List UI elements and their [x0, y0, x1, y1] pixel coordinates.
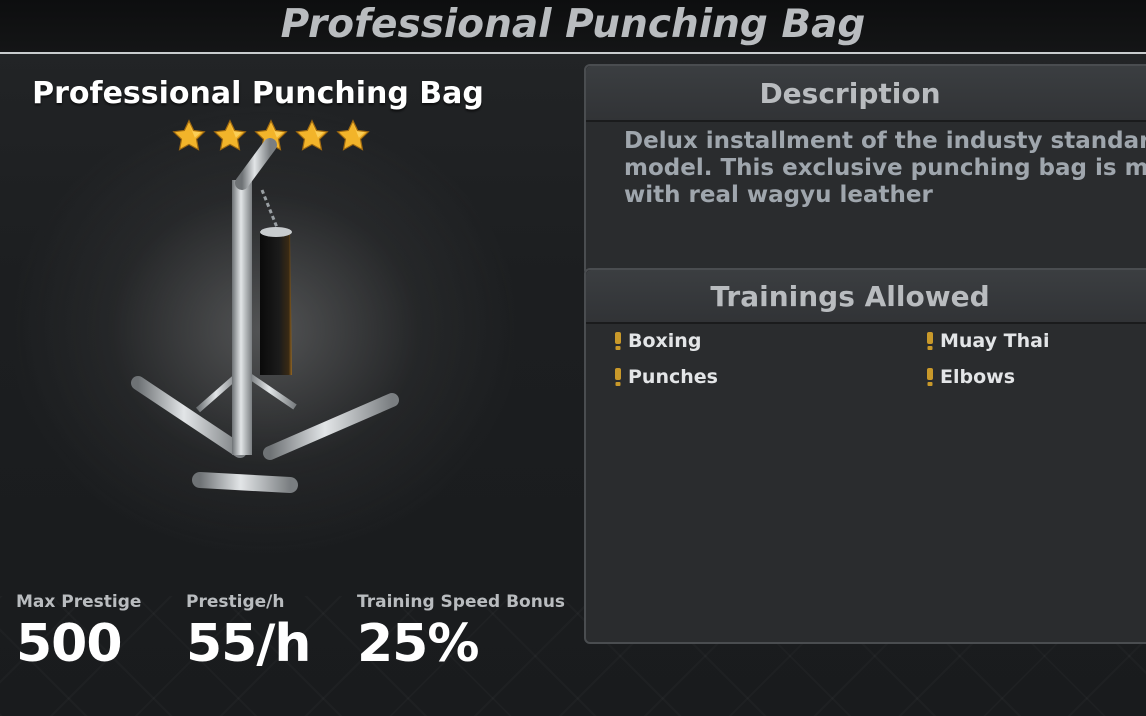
training-item: Elbows — [926, 366, 1015, 388]
gold-bullet-icon — [615, 332, 621, 350]
training-label: Muay Thai — [940, 330, 1050, 352]
description-line: with real wagyu leather — [624, 182, 933, 208]
gold-bullet-icon — [927, 368, 933, 386]
stat-label: Prestige/h — [186, 592, 285, 612]
stat-max-prestige: Max Prestige 500 — [16, 592, 141, 674]
description-line: model. This exclusive punching bag is ma… — [624, 155, 1146, 181]
stat-value: 500 — [16, 614, 123, 674]
stat-label: Training Speed Bonus — [357, 592, 566, 612]
training-item: Muay Thai — [926, 330, 1050, 352]
training-label: Elbows — [940, 366, 1016, 388]
training-label: Boxing — [628, 330, 702, 352]
gold-bullet-icon — [615, 368, 621, 386]
training-item: Boxing — [614, 330, 701, 352]
training-item: Punches — [614, 366, 718, 388]
description-line: Delux installment of the industy standar… — [624, 128, 1146, 154]
title-bar: Professional Punching Bag — [0, 0, 1146, 54]
page-title: Professional Punching Bag — [280, 2, 866, 47]
stat-value: 55/h — [186, 614, 311, 674]
trainings-heading: Trainings Allowed — [586, 270, 1146, 324]
description-text: Delux installment of the industy standar… — [624, 128, 1146, 209]
trainings-panel: Trainings Allowed Boxing Muay Thai Punch… — [584, 268, 1146, 644]
stat-prestige-per-hour: Prestige/h 55/h — [186, 592, 311, 674]
stat-value: 25% — [357, 614, 479, 674]
description-heading: Description — [586, 66, 1146, 122]
stat-label: Max Prestige — [16, 592, 142, 612]
description-panel: Description Delux installment of the ind… — [584, 64, 1146, 276]
punching-bag-image — [131, 138, 399, 493]
gold-bullet-icon — [927, 332, 933, 350]
stat-training-speed-bonus: Training Speed Bonus 25% — [357, 592, 565, 674]
training-label: Punches — [628, 366, 718, 388]
item-name: Professional Punching Bag — [32, 76, 484, 111]
